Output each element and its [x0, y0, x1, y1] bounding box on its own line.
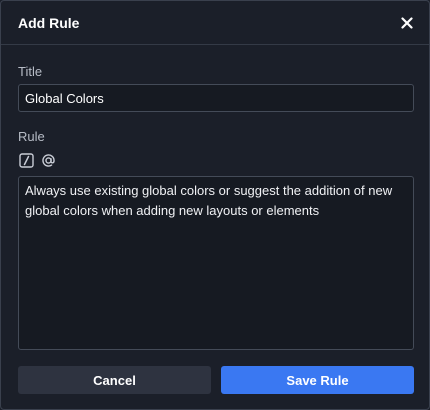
mention-button[interactable]: [40, 152, 56, 168]
close-icon: [401, 17, 413, 29]
slash-command-icon: [18, 152, 34, 168]
save-rule-button[interactable]: Save Rule: [221, 366, 414, 394]
dialog-header: Add Rule: [1, 1, 429, 45]
cancel-button[interactable]: Cancel: [18, 366, 211, 394]
rule-toolbar: [18, 152, 56, 170]
mention-at-icon: [41, 153, 55, 167]
slash-command-button[interactable]: [18, 152, 34, 168]
title-input[interactable]: [18, 84, 414, 112]
close-button[interactable]: [396, 12, 418, 34]
rule-textarea[interactable]: Always use existing global colors or sug…: [18, 176, 414, 350]
rule-label: Rule: [18, 129, 45, 144]
add-rule-dialog: Add Rule Title Rule Always use existing …: [0, 0, 430, 410]
dialog-title: Add Rule: [18, 15, 80, 31]
title-label: Title: [18, 64, 43, 79]
